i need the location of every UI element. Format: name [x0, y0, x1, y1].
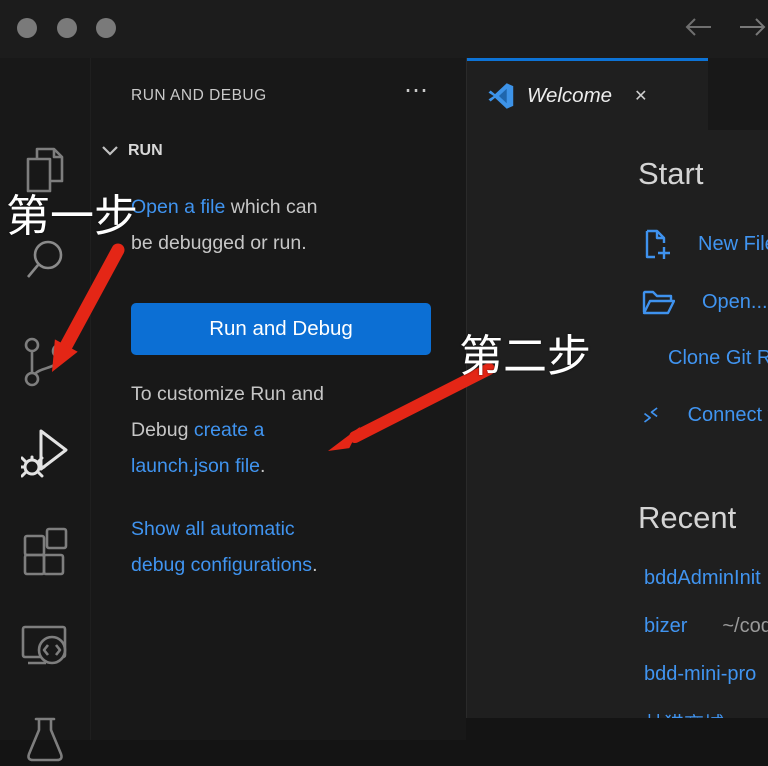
- branch-icon: [22, 336, 68, 388]
- recent-item[interactable]: bdd-mini-pro: [644, 663, 756, 689]
- sidebar-item-search[interactable]: [0, 238, 90, 282]
- remote-icon: [641, 401, 661, 429]
- chevron-down-icon: [101, 145, 119, 157]
- back-arrow-icon[interactable]: [683, 15, 715, 39]
- hint-text-rest: which can: [225, 196, 317, 218]
- recent-item-name: bdd-mini-pro: [644, 663, 756, 685]
- start-item-label: Open...: [702, 291, 768, 314]
- title-bar: [0, 0, 768, 58]
- hint-text-line2: be debugged or run.: [131, 232, 307, 254]
- editor-bottom-strip: [466, 718, 768, 740]
- sidebar-item-extensions[interactable]: [0, 526, 90, 576]
- start-item-label: Clone Git Repository...: [668, 347, 768, 370]
- forward-arrow-icon[interactable]: [736, 15, 768, 39]
- show-all-automatic-link[interactable]: Show all automatic: [131, 518, 295, 540]
- open-file-hint: Open a file which can be debugged or run…: [131, 189, 441, 261]
- run-and-debug-panel: RUN AND DEBUG ⋯ RUN Open a file which ca…: [90, 58, 467, 740]
- open-a-file-link[interactable]: Open a file: [131, 196, 225, 218]
- customize-line1: To customize Run and: [131, 383, 324, 405]
- tab-bar: Welcome ✕: [467, 58, 768, 130]
- connect-to-item[interactable]: Connect to...: [641, 399, 768, 431]
- create-a-link[interactable]: create a: [194, 419, 264, 441]
- panel-title: RUN AND DEBUG: [131, 87, 267, 105]
- customize-line2-plain: Debug: [131, 419, 194, 441]
- recent-item-path: ~/code: [722, 615, 768, 637]
- extensions-icon: [22, 526, 68, 576]
- more-actions-icon[interactable]: ⋯: [404, 76, 430, 105]
- activity-bar: [0, 58, 90, 740]
- recent-item[interactable]: bizer ~/code: [644, 615, 768, 641]
- customize-hint: To customize Run and Debug create a laun…: [131, 376, 441, 484]
- welcome-page: Start New File... Open...: [467, 130, 768, 718]
- customize-period: .: [260, 455, 265, 477]
- traffic-light-close[interactable]: [17, 18, 37, 38]
- beaker-icon: [25, 716, 65, 766]
- launch-json-link[interactable]: launch.json file: [131, 455, 260, 477]
- start-item-label: Connect to...: [688, 404, 768, 427]
- start-heading: Start: [638, 156, 703, 192]
- run-and-debug-button[interactable]: Run and Debug: [131, 303, 431, 355]
- editor-group: Welcome ✕ Start New File...: [466, 58, 768, 740]
- recent-item[interactable]: bddAdminInit: [644, 567, 761, 593]
- remote-icon: [20, 624, 70, 672]
- configs-period: .: [312, 554, 317, 576]
- start-item-label: New File...: [698, 233, 768, 256]
- debug-icon: [21, 426, 69, 480]
- close-icon[interactable]: ✕: [634, 86, 647, 106]
- traffic-light-minimize[interactable]: [57, 18, 77, 38]
- run-section-header[interactable]: RUN: [101, 142, 163, 160]
- sidebar-item-run-and-debug[interactable]: [0, 426, 90, 480]
- tab-label: Welcome: [527, 84, 612, 108]
- search-icon: [23, 238, 67, 282]
- new-file-item[interactable]: New File...: [641, 228, 768, 260]
- sidebar-item-remote-explorer[interactable]: [0, 624, 90, 672]
- run-section-label: RUN: [128, 142, 163, 160]
- folder-opened-icon: [641, 287, 675, 317]
- files-icon: [22, 146, 68, 194]
- show-configs-hint: Show all automatic debug configurations.: [131, 511, 441, 583]
- vscode-logo-icon: [488, 83, 514, 109]
- clone-repo-item[interactable]: Clone Git Repository...: [641, 342, 768, 374]
- traffic-light-maximize[interactable]: [96, 18, 116, 38]
- recent-heading: Recent: [638, 500, 736, 536]
- debug-configurations-link[interactable]: debug configurations: [131, 554, 312, 576]
- tab-welcome[interactable]: Welcome ✕: [467, 58, 708, 130]
- open-item[interactable]: Open...: [641, 286, 768, 318]
- recent-item-name: bizer: [644, 615, 687, 637]
- sidebar-item-explorer[interactable]: [0, 146, 90, 194]
- recent-item[interactable]: 林猎商城: [644, 708, 724, 718]
- sidebar-item-testing[interactable]: [0, 716, 90, 766]
- recent-item-name: bddAdminInit: [644, 567, 761, 589]
- sidebar-item-source-control[interactable]: [0, 336, 90, 388]
- new-file-icon: [641, 228, 671, 260]
